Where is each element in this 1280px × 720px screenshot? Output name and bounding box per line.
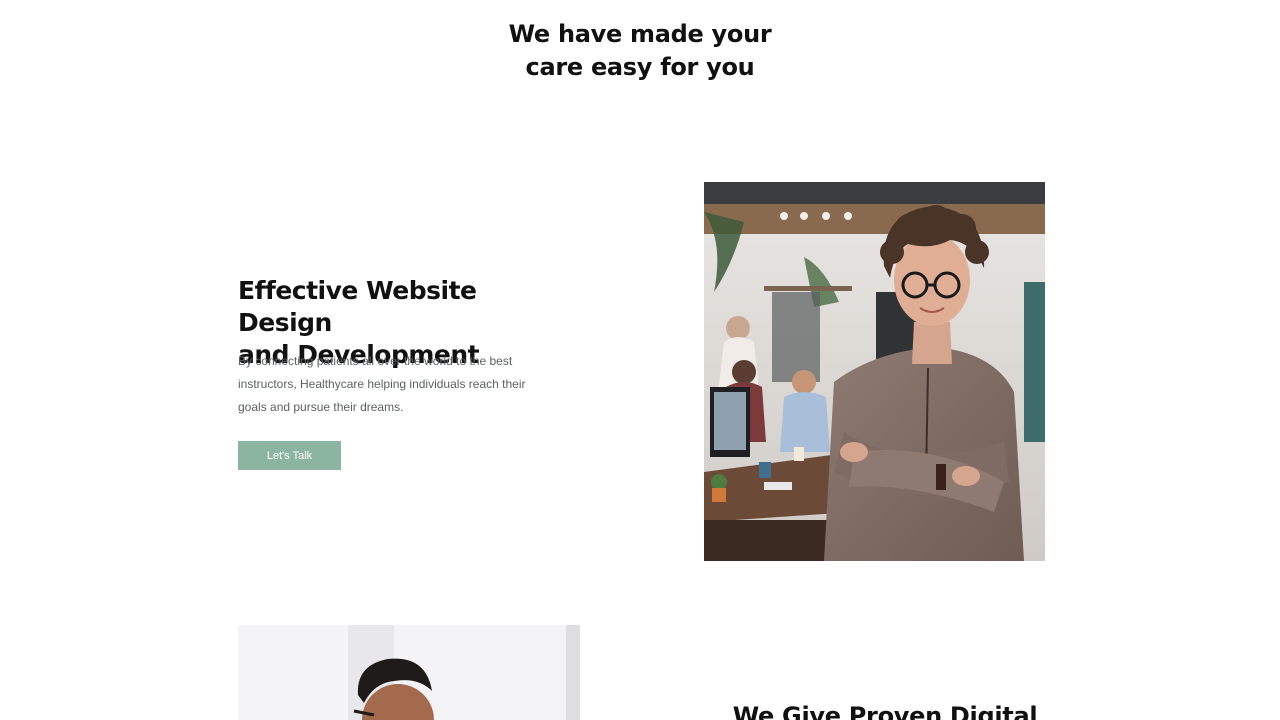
next-section-title: We Give Proven Digital: [732, 702, 1038, 720]
feature-title-line-1: Effective Website Design: [238, 276, 477, 337]
page: We have made your care easy for you Effe…: [0, 0, 1280, 720]
man-with-glasses-photo: [238, 625, 580, 720]
man-with-glasses-illustration: [238, 625, 580, 720]
office-woman-photo: [704, 182, 1045, 561]
section-title: We have made your care easy for you: [440, 18, 840, 84]
office-woman-illustration: [704, 182, 1045, 561]
section-title-line-2: care easy for you: [525, 53, 755, 81]
lets-talk-button[interactable]: Let's Talk: [238, 441, 341, 470]
feature-description: By connecting patients all over the worl…: [238, 354, 526, 414]
section-title-line-1: We have made your: [508, 20, 772, 48]
